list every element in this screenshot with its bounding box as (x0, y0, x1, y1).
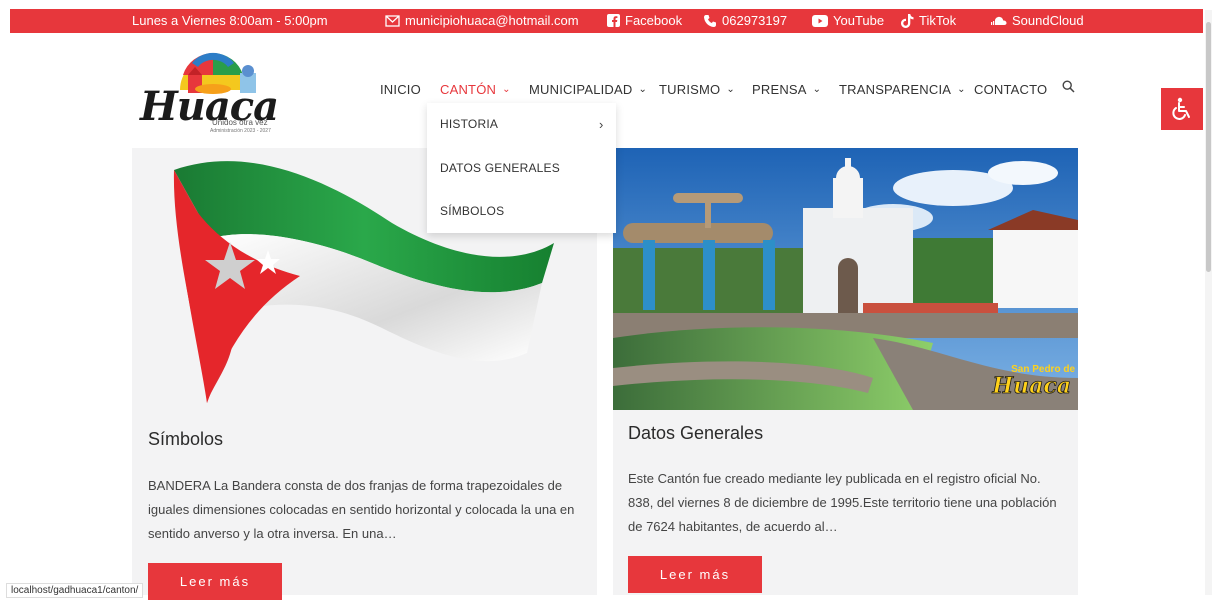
photo-caption-main: Huaca (991, 373, 1071, 399)
menu-item-datos-generales[interactable]: DATOS GENERALES (440, 161, 560, 175)
search-icon (1062, 80, 1075, 93)
wheelchair-icon (1172, 97, 1190, 120)
chevron-right-icon: › (599, 117, 604, 132)
tiktok-icon (901, 13, 914, 28)
card-title[interactable]: Datos Generales (628, 423, 763, 444)
soundcloud-link[interactable]: SoundCloud (990, 13, 1084, 28)
search-button[interactable] (1062, 80, 1075, 93)
nav-prensa[interactable]: PRENSA ⌄ (752, 82, 821, 97)
nav-municipalidad[interactable]: MUNICIPALIDAD ⌄ (529, 82, 647, 97)
logo-admin-period: Administración 2023 - 2027 (210, 128, 271, 134)
chevron-down-icon: ⌄ (812, 84, 822, 95)
status-bar-url: localhost/gadhuaca1/canton/ (6, 583, 144, 598)
chevron-down-icon: ⌄ (502, 84, 511, 95)
site-logo[interactable]: Huaca Unidos otra vez Administración 202… (140, 45, 285, 135)
scrollbar-thumb[interactable] (1206, 22, 1211, 272)
youtube-link[interactable]: YouTube (812, 13, 884, 28)
office-hours: Lunes a Viernes 8:00am - 5:00pm (132, 13, 328, 28)
accessibility-button[interactable] (1161, 88, 1203, 130)
read-more-button[interactable]: Leer más (628, 556, 762, 593)
nav-contacto[interactable]: CONTACTO (974, 82, 1047, 97)
nav-transparencia[interactable]: TRANSPARENCIA ⌄ (839, 82, 966, 97)
chevron-down-icon: ⌄ (957, 84, 966, 95)
facebook-icon (607, 14, 620, 27)
email-link[interactable]: municipiohuaca@hotmail.com (385, 13, 579, 28)
card-datos-generales: San Pedro de Huaca Datos Generales Este … (613, 148, 1078, 595)
phone-link[interactable]: 062973197 (703, 13, 787, 28)
tiktok-link[interactable]: TikTok (901, 13, 956, 28)
canton-dropdown-menu: HISTORIA › DATOS GENERALES SÍMBOLOS (427, 103, 616, 233)
card-excerpt: Este Cantón fue creado mediante ley publ… (628, 471, 1057, 534)
facebook-link[interactable]: Facebook (607, 13, 682, 28)
nav-inicio[interactable]: INICIO (380, 82, 421, 97)
logo-tagline: Unidos otra vez (212, 118, 268, 127)
page-scrollbar[interactable] (1205, 10, 1212, 595)
youtube-icon (812, 14, 828, 27)
park-photo-image: San Pedro de Huaca (613, 148, 1078, 410)
chevron-down-icon: ⌄ (638, 84, 648, 95)
card-excerpt: BANDERA La Bandera consta de dos franjas… (148, 478, 575, 541)
soundcloud-icon (991, 16, 1007, 25)
menu-item-simbolos[interactable]: SÍMBOLOS (440, 204, 504, 218)
card-title[interactable]: Símbolos (148, 429, 223, 450)
envelope-icon (385, 14, 400, 27)
top-info-bar: Lunes a Viernes 8:00am - 5:00pm municipi… (10, 9, 1203, 33)
nav-turismo[interactable]: TURISMO ⌄ (659, 82, 735, 97)
chevron-down-icon: ⌄ (726, 84, 735, 95)
nav-canton[interactable]: CANTÓN ⌄ (440, 82, 511, 97)
phone-icon (704, 14, 716, 27)
read-more-button[interactable]: Leer más (148, 563, 282, 600)
menu-item-historia[interactable]: HISTORIA (440, 117, 498, 131)
